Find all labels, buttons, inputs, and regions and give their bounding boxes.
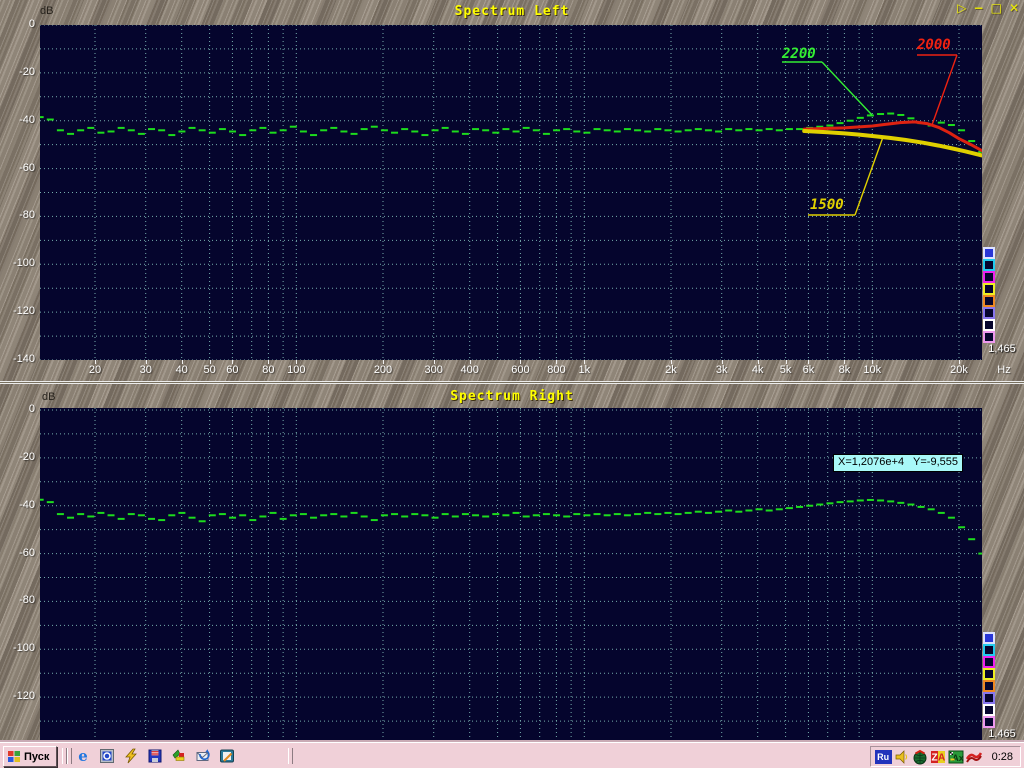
y-tick-label: -20 bbox=[0, 451, 35, 463]
trace-swatch-7[interactable] bbox=[983, 704, 995, 716]
y-tick-label: -20 bbox=[0, 66, 35, 78]
scanner-green-icon[interactable]: Ax bbox=[948, 749, 964, 765]
x-axis-left: 2030405060801002003004006008001k2k3k4k5k… bbox=[0, 358, 1024, 380]
mail-sync-icon[interactable] bbox=[193, 747, 212, 765]
trace-swatch-3[interactable] bbox=[983, 656, 995, 668]
x-tick-label: 10k bbox=[850, 364, 894, 376]
x-tick-label: 20k bbox=[937, 364, 981, 376]
trace-swatch-8[interactable] bbox=[983, 716, 995, 728]
x-tick-label: 100 bbox=[274, 364, 318, 376]
spectrum-left-title: Spectrum Left bbox=[0, 4, 1024, 19]
cursor-readout: X=1,2076e+4 Y=-9,555 bbox=[833, 454, 963, 472]
y-tick-label: -100 bbox=[0, 642, 35, 654]
y-tick-label: -100 bbox=[0, 257, 35, 269]
play-icon[interactable]: ▷ bbox=[957, 1, 966, 15]
trace-swatch-6[interactable] bbox=[983, 307, 995, 319]
toolbar-grip[interactable] bbox=[67, 748, 72, 764]
trace-swatch-2[interactable] bbox=[983, 644, 995, 656]
y-tick-label: 0 bbox=[0, 18, 35, 30]
annotation-label-1500: 1500 bbox=[810, 197, 844, 213]
y-tick-label: -120 bbox=[0, 305, 35, 317]
y-axis-unit-right: dB bbox=[42, 391, 55, 403]
svg-text:A: A bbox=[938, 752, 945, 763]
y-tick-label: -60 bbox=[0, 162, 35, 174]
trace-swatch-6[interactable] bbox=[983, 692, 995, 704]
trace-swatch-1[interactable] bbox=[983, 247, 995, 259]
palette-icon[interactable] bbox=[169, 747, 188, 765]
x-tick-label: 200 bbox=[361, 364, 405, 376]
minimize-icon[interactable]: − bbox=[974, 1, 984, 15]
trace-swatch-5[interactable] bbox=[983, 680, 995, 692]
desktop-viewer-icon[interactable] bbox=[97, 747, 116, 765]
spectrum-right-title: Spectrum Right bbox=[0, 389, 1024, 404]
x-axis-unit-label: Hz bbox=[986, 364, 1022, 376]
pane-divider[interactable] bbox=[0, 381, 1024, 384]
trace-swatch-4[interactable] bbox=[983, 668, 995, 680]
trace-color-swatches-left bbox=[983, 247, 997, 343]
lightning-icon[interactable] bbox=[121, 747, 140, 765]
start-button[interactable]: Пуск bbox=[3, 746, 57, 767]
annotation-pointer-2000 bbox=[932, 55, 957, 125]
taskbar-clock[interactable]: 0:28 bbox=[984, 751, 1018, 763]
close-icon[interactable]: ✕ bbox=[1009, 1, 1019, 15]
ribbon-icon[interactable] bbox=[966, 749, 982, 765]
y-tick-label: -40 bbox=[0, 499, 35, 511]
trace-swatch-3[interactable] bbox=[983, 271, 995, 283]
windows-logo-icon bbox=[7, 750, 21, 763]
svg-text:Z: Z bbox=[931, 752, 937, 763]
annotation-pointer-1500 bbox=[855, 137, 883, 215]
spectrum-left-canvas[interactable]: 2200 2000 1500 bbox=[40, 25, 982, 360]
y-tick-label: -120 bbox=[0, 690, 35, 702]
start-label: Пуск bbox=[24, 751, 49, 763]
y-tick-label: -80 bbox=[0, 209, 35, 221]
y-tick-label: -60 bbox=[0, 547, 35, 559]
notes-icon[interactable] bbox=[217, 747, 236, 765]
trace-swatch-2[interactable] bbox=[983, 259, 995, 271]
x-tick-label: 400 bbox=[448, 364, 492, 376]
antivirus-globe-icon[interactable] bbox=[912, 749, 928, 765]
resolution-label-right: 1,465 bbox=[980, 728, 1024, 740]
taskbar-grip[interactable] bbox=[288, 748, 293, 764]
y-tick-label: 0 bbox=[0, 403, 35, 415]
annotation-pointer-2200 bbox=[822, 62, 872, 115]
y-tick-label: -80 bbox=[0, 594, 35, 606]
internet-explorer-icon[interactable]: e bbox=[73, 747, 92, 765]
trace-swatch-7[interactable] bbox=[983, 319, 995, 331]
resolution-label-left: 1,465 bbox=[980, 343, 1024, 355]
annotation-label-2200: 2200 bbox=[781, 46, 816, 62]
svg-text:Ax: Ax bbox=[952, 753, 964, 763]
x-tick-label: 2k bbox=[649, 364, 693, 376]
trace-swatch-4[interactable] bbox=[983, 283, 995, 295]
trace-swatch-5[interactable] bbox=[983, 295, 995, 307]
trace-color-swatches-right bbox=[983, 632, 997, 728]
language-indicator[interactable]: Ru bbox=[875, 750, 892, 764]
y-axis-unit-left: dB bbox=[40, 5, 53, 17]
volume-icon[interactable] bbox=[894, 749, 910, 765]
x-tick-label: 1k bbox=[562, 364, 606, 376]
trace-swatch-1[interactable] bbox=[983, 632, 995, 644]
x-tick-label: 20 bbox=[73, 364, 117, 376]
y-tick-label: -40 bbox=[0, 114, 35, 126]
taskbar: Пуск e Ru bbox=[0, 742, 1024, 768]
desktop: ▷ − □ ✕ Spectrum Left dB 0 -20 -40 -60 -80 -1… bbox=[0, 0, 1024, 768]
annotation-label-2000: 2000 bbox=[916, 37, 951, 53]
trace-swatch-8[interactable] bbox=[983, 331, 995, 343]
floppy-save-icon[interactable] bbox=[145, 747, 164, 765]
spectrum-left-plot[interactable]: 2200 2000 1500 bbox=[40, 25, 982, 360]
system-tray: Ru ZA Ax 0:28 bbox=[870, 746, 1021, 767]
svg-text:e: e bbox=[78, 748, 88, 764]
zonealarm-icon[interactable]: ZA bbox=[930, 749, 946, 765]
window-controls: ▷ − □ ✕ bbox=[957, 1, 1019, 15]
maximize-icon[interactable]: □ bbox=[991, 1, 1002, 15]
